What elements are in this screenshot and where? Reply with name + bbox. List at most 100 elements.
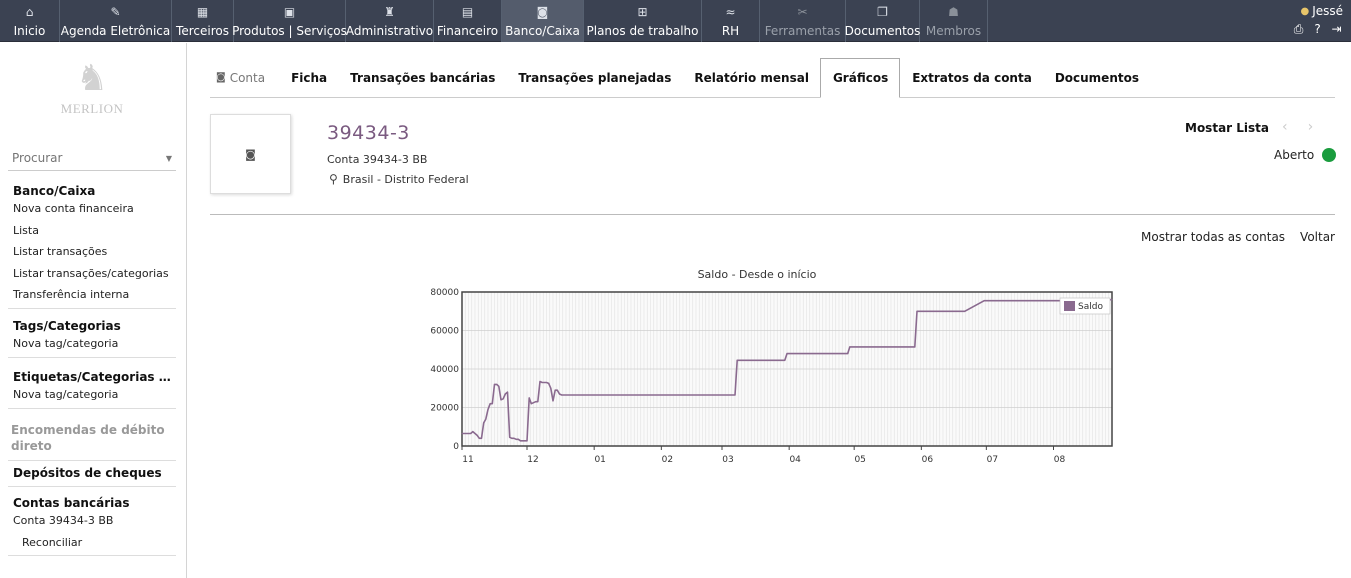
show-all-accounts-link[interactable]: Mostrar todas as contas [1141,230,1285,244]
sidebar-link[interactable]: Listar transações [8,241,176,263]
data-point [784,359,786,361]
data-point [582,394,584,396]
y-tick-label: 20000 [430,404,459,414]
sidebar-link[interactable]: Nova conta financeira [8,198,176,220]
data-point [526,440,528,442]
sidebar-link[interactable]: Lista [8,220,176,242]
data-point [808,353,810,354]
tab-relatorio-mensal[interactable]: Relatório mensal [682,58,820,97]
search-input[interactable] [8,147,158,169]
nav-item-rh[interactable]: ≈ RH [702,0,760,42]
sidebar-link[interactable]: Nova tag/categoria [8,333,176,355]
nav-item-planos-de-trabalho[interactable]: ⊞ Planos de trabalho [584,0,702,42]
tab-ficha[interactable]: Ficha [279,58,338,97]
data-point [569,394,571,396]
sidebar-link[interactable]: Listar transações/categorias [8,263,176,285]
x-tick-label: 11 [462,455,473,465]
user-actions: ⎙ ? ⇥ [1292,22,1343,37]
nav-item-ferramentas[interactable]: ✂ Ferramentas [760,0,846,42]
chevron-down-icon[interactable]: ▼ [166,154,172,163]
data-point [461,433,463,434]
data-point [541,382,543,383]
tab-extratos-da-conta[interactable]: Extratos da conta [900,58,1043,97]
nav-item-administrativo[interactable]: ♜ Administrativo [346,0,434,42]
nav-item-financeiro[interactable]: ▤ Financeiro [434,0,502,42]
data-point [539,381,541,382]
data-point [652,394,654,396]
sidebar-section: Etiquetas/Categorias de... Nova tag/categ… [8,367,176,409]
sidebar-link[interactable]: Reconciliar [8,532,176,554]
sidebar-link[interactable]: Conta 39434-3 BB [8,510,176,532]
data-point [485,418,487,420]
back-link[interactable]: Voltar [1300,230,1335,244]
tab-graficos[interactable]: Gráficos [819,58,901,98]
data-point [478,437,480,439]
data-point [797,353,799,354]
help-icon[interactable]: ? [1311,22,1324,37]
data-point [470,433,472,434]
chevron-left-icon[interactable]: ‹ [1282,119,1288,135]
tab-label: Transações bancárias [350,70,496,85]
data-point [920,310,922,312]
tools-icon: ✂ [797,5,808,19]
nav-item-agenda-eletr-nica[interactable]: ✎ Agenda Eletrônica [60,0,172,42]
data-point [591,394,593,396]
nav-item-terceiros[interactable]: ▦ Terceiros [172,0,234,42]
user-menu[interactable]: ● Jessé [1292,4,1343,18]
data-point [983,300,985,302]
x-tick-label: 03 [722,455,733,465]
sidebar-section-title[interactable]: Contas bancárias [8,493,176,510]
data-point [496,384,498,385]
sidebar-section-title[interactable]: Depósitos de cheques [8,463,176,486]
data-point [786,353,788,354]
sidebar-section-title[interactable]: Banco/Caixa [8,181,176,198]
data-point [559,393,560,395]
y-tick-label: 0 [453,442,459,452]
tab-documentos[interactable]: Documentos [1043,58,1150,97]
tab-bar: ◙ Conta Ficha Transações bancárias Transaçõe… [210,58,1335,98]
logo: ♞ MERLION [56,57,128,127]
building-icon: ▦ [196,5,209,19]
data-point [489,403,491,405]
data-point [563,394,565,396]
sidebar-section-title[interactable]: Tags/Categorias [8,316,176,333]
logout-icon[interactable]: ⇥ [1330,22,1343,37]
data-point [598,394,599,396]
sidebar-link[interactable]: Transferência interna [8,284,176,306]
data-point [535,401,537,403]
data-point [1053,300,1054,302]
data-point [602,394,604,396]
nav-item-inicio[interactable]: ⌂ Inicio [0,0,60,42]
data-point [550,387,552,389]
search-box: ▼ [8,147,176,171]
data-point [483,422,485,424]
account-subtitle: Conta 39434-3 BB [327,153,428,166]
sidebar-section-title[interactable]: Etiquetas/Categorias de... [8,367,176,384]
data-point [914,346,916,348]
nav-item-documentos[interactable]: ❐ Documentos [845,0,920,42]
tab-transacoes-planejadas[interactable]: Transações planejadas [506,58,682,97]
data-point [494,384,495,385]
boxes-icon: ▣ [283,5,296,19]
sidebar-link[interactable]: Nova tag/categoria [8,384,176,406]
tab-transacoes-bancarias[interactable]: Transações bancárias [338,58,506,97]
chevron-right-icon[interactable]: › [1308,119,1314,135]
nav-item-produtos-servi-os[interactable]: ▣ Produtos | Serviços [232,0,347,42]
tab-conta[interactable]: ◙ Conta [210,58,279,97]
legend-label: Saldo [1078,302,1103,312]
data-point [491,403,493,405]
tab-label: Extratos da conta [912,70,1032,85]
data-point [537,401,539,403]
lion-logo-icon: ♞ [75,58,109,99]
data-point [500,399,502,401]
sidebar-section-title[interactable]: Encomendas de débito direto [8,419,176,460]
show-list-link[interactable]: Mostar Lista [1185,121,1269,135]
data-point [855,346,857,348]
nav-item-banco-caixa[interactable]: ◙ Banco/Caixa [502,0,584,42]
legend-swatch [1064,301,1075,311]
nav-item-membros[interactable]: ☗ Membros [920,0,988,42]
safe-icon: ◙ [245,147,256,161]
data-point [572,394,573,396]
print-icon[interactable]: ⎙ [1292,22,1305,37]
tab-label: Ficha [291,70,328,85]
